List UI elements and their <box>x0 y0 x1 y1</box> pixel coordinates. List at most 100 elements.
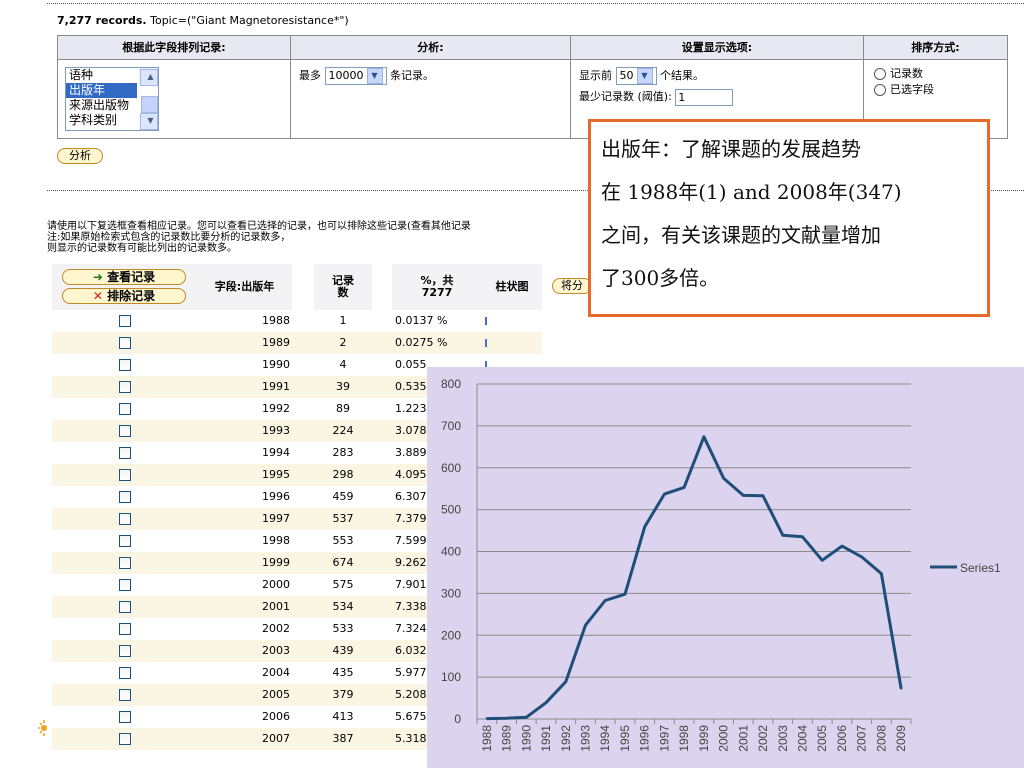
min-records-input[interactable]: 1 <box>675 88 734 106</box>
row-checkbox[interactable] <box>119 667 131 679</box>
row-year: 1995 <box>262 468 290 481</box>
y-tick-label: 800 <box>441 377 461 391</box>
radio-icon[interactable] <box>874 84 886 96</box>
row-count: 298 <box>332 468 354 481</box>
row-checkbox[interactable] <box>119 381 131 393</box>
chevron-down-icon[interactable]: ▼ <box>636 68 653 84</box>
sort-by-field[interactable]: 已选字段 <box>874 82 1007 98</box>
row-checkbox[interactable] <box>119 403 131 415</box>
row-checkbox[interactable] <box>119 623 131 635</box>
row-checkbox[interactable] <box>119 557 131 569</box>
row-year: 2004 <box>262 666 290 679</box>
y-tick-label: 300 <box>441 586 461 600</box>
data-point <box>505 716 508 720</box>
analyze-button[interactable]: 分析 <box>57 148 103 164</box>
instruction-line: 请使用以下复选框查看相应记录。您可以查看已选择的记录，也可以排除这些记录(查看其… <box>47 221 471 232</box>
data-point <box>584 624 587 627</box>
table-row: 1988 1 0.0137 % <box>52 310 542 332</box>
row-year: 2006 <box>262 710 290 723</box>
row-count: 575 <box>332 578 354 591</box>
data-point <box>761 494 765 498</box>
listbox-scrollbar[interactable]: ▲ ▼ <box>139 68 158 130</box>
row-year: 2002 <box>262 622 290 635</box>
x-tick-label: 1990 <box>519 725 533 752</box>
row-checkbox[interactable] <box>119 689 131 701</box>
field-listbox[interactable]: 语种 出版年 来源出版物 学科类别 ▲ ▼ <box>65 67 159 131</box>
row-checkbox[interactable] <box>119 491 131 503</box>
min-records-label: 最少记录数 (阈值): <box>579 90 672 103</box>
radio-icon[interactable] <box>874 68 886 80</box>
y-tick-label: 0 <box>454 712 461 726</box>
data-point <box>880 572 883 575</box>
scroll-up-icon[interactable]: ▲ <box>140 69 158 86</box>
data-point <box>682 486 686 489</box>
instruction-line: 注:如果原始检索式包含的记录数比要分析的记录数多， <box>47 232 291 243</box>
annotation-callout: 出版年：了解课题的发展趋势 在 1988年(1) and 2008年(347) … <box>588 119 990 317</box>
sort-by-count[interactable]: 记录数 <box>874 66 1007 82</box>
row-year: 2005 <box>262 688 290 701</box>
show-prefix: 显示前 <box>579 69 612 82</box>
row-count: 4 <box>339 358 347 371</box>
row-year: 1994 <box>262 446 290 459</box>
publication-trend-chart: 0 100 200 300 400 500 600 700 800 1988 1989 1990 199… <box>427 367 1024 768</box>
callout-line: 之间，有关该课题的文献量增加 <box>601 223 881 247</box>
row-count: 283 <box>332 446 354 459</box>
data-point <box>860 555 863 559</box>
x-tick-label: 2007 <box>855 725 869 752</box>
view-records-button[interactable]: ➜ 查看记录 <box>62 269 186 285</box>
row-checkbox[interactable] <box>119 337 131 349</box>
y-tick-label: 200 <box>441 628 461 642</box>
row-checkbox[interactable] <box>119 425 131 437</box>
row-bar <box>485 339 487 347</box>
line-chart: 0 100 200 300 400 500 600 700 800 1988 1989 1990 199… <box>441 377 1001 752</box>
row-percent: 0.0137 % <box>395 314 448 327</box>
row-count: 459 <box>332 490 354 503</box>
row-checkbox[interactable] <box>119 513 131 525</box>
y-tick-label: 100 <box>441 670 461 684</box>
scroll-down-icon[interactable]: ▼ <box>140 113 158 130</box>
row-year: 1993 <box>262 424 290 437</box>
exclude-records-button[interactable]: ✕ 排除记录 <box>62 288 186 304</box>
data-point <box>564 680 567 683</box>
row-checkbox[interactable] <box>119 711 131 723</box>
row-year: 1999 <box>262 556 290 569</box>
row-count: 537 <box>332 512 354 525</box>
row-checkbox[interactable] <box>119 447 131 459</box>
analyze-cell: 最多 10000 ▼ 条记录。 <box>291 60 571 138</box>
row-checkbox[interactable] <box>119 315 131 327</box>
field-option-selected[interactable]: 出版年 <box>66 83 137 98</box>
sort-option-label: 已选字段 <box>890 83 934 96</box>
x-tick-label: 1993 <box>579 725 593 752</box>
x-tick-label: 1997 <box>657 725 671 752</box>
data-point <box>899 687 903 690</box>
data-point <box>781 533 784 537</box>
chevron-down-icon[interactable]: ▼ <box>366 68 383 84</box>
row-checkbox[interactable] <box>119 733 131 745</box>
scroll-thumb[interactable] <box>141 96 158 113</box>
data-point <box>742 494 745 497</box>
col-field-header: 字段:出版年 <box>197 264 292 310</box>
top-divider <box>47 3 1024 4</box>
row-checkbox[interactable] <box>119 601 131 613</box>
analyze-prefix: 最多 <box>299 69 321 82</box>
legend-label: Series1 <box>960 561 1001 575</box>
row-checkbox[interactable] <box>119 469 131 481</box>
x-tick-label: 1988 <box>480 725 494 752</box>
show-count-select[interactable]: 50 ▼ <box>615 67 657 85</box>
row-year: 2003 <box>262 644 290 657</box>
row-checkbox[interactable] <box>119 535 131 547</box>
data-point <box>525 716 528 719</box>
row-checkbox[interactable] <box>119 645 131 657</box>
data-point <box>821 559 824 562</box>
data-point <box>801 535 804 539</box>
x-tick-label: 1992 <box>559 725 573 752</box>
col-count-header: 记录 数 <box>314 264 372 310</box>
header-rank-field: 根据此字段排列记录: <box>58 36 291 60</box>
save-analysis-button[interactable]: 将分 <box>552 278 592 294</box>
row-checkbox[interactable] <box>119 579 131 591</box>
y-tick-label: 400 <box>441 545 461 559</box>
row-checkbox[interactable] <box>119 359 131 371</box>
series-line <box>486 435 903 721</box>
row-year: 1991 <box>262 380 290 393</box>
max-records-select[interactable]: 10000 ▼ <box>324 67 387 85</box>
